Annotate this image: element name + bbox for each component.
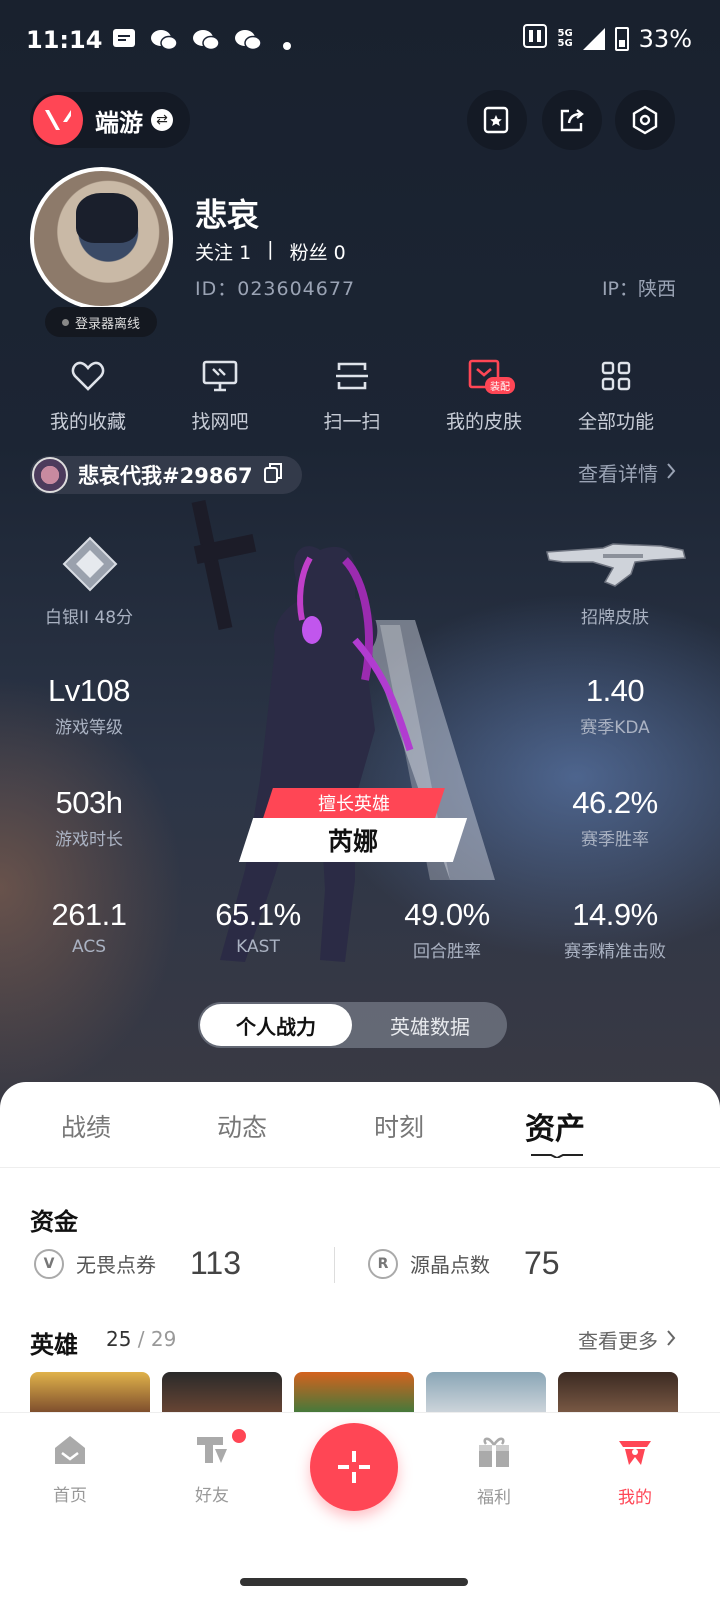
follow-separator: |: [267, 238, 274, 260]
settings-hexagon-icon: [632, 105, 658, 135]
favorite-agent-name: 芮娜: [238, 818, 468, 862]
bottom-navigation: 首页 好友 福利 我的: [0, 1412, 720, 1600]
valorant-logo-icon: [33, 95, 83, 145]
username: 悲哀: [195, 196, 260, 234]
wechat-notification-icon: [150, 28, 178, 58]
tab-record[interactable]: 战绩: [61, 1108, 111, 1144]
stats-view-toggle: 个人战力 英雄数据: [198, 1002, 507, 1048]
avatar-image: [76, 193, 138, 243]
network-type: 5G 5G: [557, 28, 573, 49]
swap-icon: ⇄: [151, 109, 173, 131]
status-bar: 11:14 5G 5G 33%: [0, 0, 720, 80]
view-detail-link[interactable]: 查看详情: [578, 458, 676, 487]
battery-icon: [614, 27, 629, 51]
hero-thumbnail[interactable]: [30, 1372, 150, 1414]
radianite-points-icon: R: [368, 1248, 398, 1279]
stat-winrate: 46.2% 赛季胜率: [572, 785, 658, 850]
nav-home[interactable]: 首页: [25, 1433, 115, 1506]
heart-icon: [28, 355, 148, 397]
scan-icon: [292, 355, 412, 397]
home-icon: [55, 1436, 85, 1464]
hero-thumbnail[interactable]: [426, 1372, 546, 1414]
settings-button[interactable]: [615, 90, 675, 150]
nfc-icon: [523, 24, 548, 54]
stat-level: Lv108 游戏等级: [48, 673, 130, 738]
chevron-right-icon: [666, 461, 676, 485]
tab-assets[interactable]: 资产: [525, 1104, 585, 1148]
wechat-notification-icon: [192, 28, 220, 58]
stat-round-winrate: 49.0% 回合胜率: [404, 897, 490, 962]
share-button[interactable]: [542, 90, 602, 150]
user-id: ID：023604677: [195, 278, 356, 300]
more-notifications-dot-icon: [282, 32, 292, 57]
status-right: 5G 5G 33%: [523, 24, 692, 54]
signature-skin-weapon-icon: [546, 543, 686, 587]
fund-vp: V 无畏点券 113: [34, 1245, 241, 1282]
toggle-agent-data[interactable]: 英雄数据: [353, 1002, 507, 1048]
tab-feed[interactable]: 动态: [217, 1108, 267, 1144]
stat-kda: 1.40 赛季KDA: [580, 673, 650, 738]
follow-stats: 关注 1 | 粉丝 0: [195, 238, 346, 265]
status-time: 11:14: [26, 26, 103, 54]
friends-notification-dot: [232, 1429, 246, 1443]
tab-bar: 战绩 动态 时刻 资产: [0, 1082, 720, 1168]
nav-profile[interactable]: 我的: [590, 1433, 680, 1508]
shortcut-favorites[interactable]: 我的收藏: [28, 355, 148, 434]
shortcut-scan[interactable]: 扫一扫: [292, 355, 412, 434]
stat-headshot: 14.9% 赛季精准击败: [564, 897, 666, 962]
heroes-title: 英雄: [30, 1331, 78, 1359]
gift-icon: [479, 1437, 509, 1467]
fans-link[interactable]: 粉丝 0: [290, 238, 346, 265]
tab-moments[interactable]: 时刻: [374, 1108, 424, 1144]
message-notification-icon: [112, 28, 136, 56]
monitor-icon: [160, 355, 280, 397]
create-post-button[interactable]: [310, 1423, 398, 1511]
favorite-agent-tag: 擅长英雄: [263, 788, 445, 818]
grid-icon: [556, 355, 676, 397]
funds-divider: [334, 1247, 335, 1283]
home-indicator: [240, 1578, 468, 1586]
stat-playtime: 503h 游戏时长: [55, 785, 123, 850]
see-more-heroes-link[interactable]: 查看更多: [578, 1325, 676, 1354]
profile-icon: [619, 1441, 651, 1465]
player-card-avatar: [32, 457, 68, 493]
game-name: 端游: [95, 108, 143, 137]
skin-label: 招牌皮肤: [581, 608, 649, 628]
shortcut-internet-cafe[interactable]: 找网吧: [160, 355, 280, 434]
shortcut-my-skins[interactable]: 装配 我的皮肤: [424, 355, 544, 434]
equip-tag: 装配: [485, 377, 515, 394]
fund-rp: R 源晶点数 75: [368, 1245, 560, 1282]
nav-friends[interactable]: 好友: [167, 1433, 257, 1506]
card-edit-button[interactable]: [467, 90, 527, 150]
game-switch-button[interactable]: 端游 ⇄: [30, 92, 190, 148]
following-link[interactable]: 关注 1: [195, 238, 251, 265]
friends-icon: [197, 1437, 227, 1463]
launcher-status-badge: 登录器离线: [45, 307, 157, 337]
stat-acs: 261.1 ACS: [51, 897, 127, 957]
signal-icon: [582, 28, 605, 50]
avatar[interactable]: [30, 167, 173, 310]
card-star-icon: [483, 106, 509, 134]
toggle-personal-power[interactable]: 个人战力: [200, 1004, 352, 1046]
share-icon: [560, 109, 584, 132]
hero-thumbnail[interactable]: [162, 1372, 282, 1414]
offline-dot-icon: [61, 318, 69, 326]
chevron-right-icon: [666, 1328, 676, 1352]
stat-kast: 65.1% KAST: [215, 897, 301, 957]
wechat-notification-icon: [234, 28, 262, 58]
nav-benefits[interactable]: 福利: [449, 1433, 539, 1508]
funds-title: 资金: [30, 1208, 78, 1236]
ip-location: IP：陕西: [601, 278, 676, 300]
rank-label: 白银II 48分: [44, 608, 134, 628]
valorant-points-icon: V: [34, 1248, 64, 1279]
plus-icon: [338, 1451, 370, 1483]
heroes-count: 25 / 29: [106, 1327, 177, 1351]
skin-icon: 装配: [424, 355, 544, 397]
hero-thumbnail[interactable]: [558, 1372, 678, 1414]
shortcut-all-functions[interactable]: 全部功能: [556, 355, 676, 434]
tab-indicator: [531, 1154, 583, 1158]
battery-level: 33%: [638, 25, 692, 53]
hero-thumbnail[interactable]: [294, 1372, 414, 1414]
rank-silver-icon: [62, 536, 118, 592]
